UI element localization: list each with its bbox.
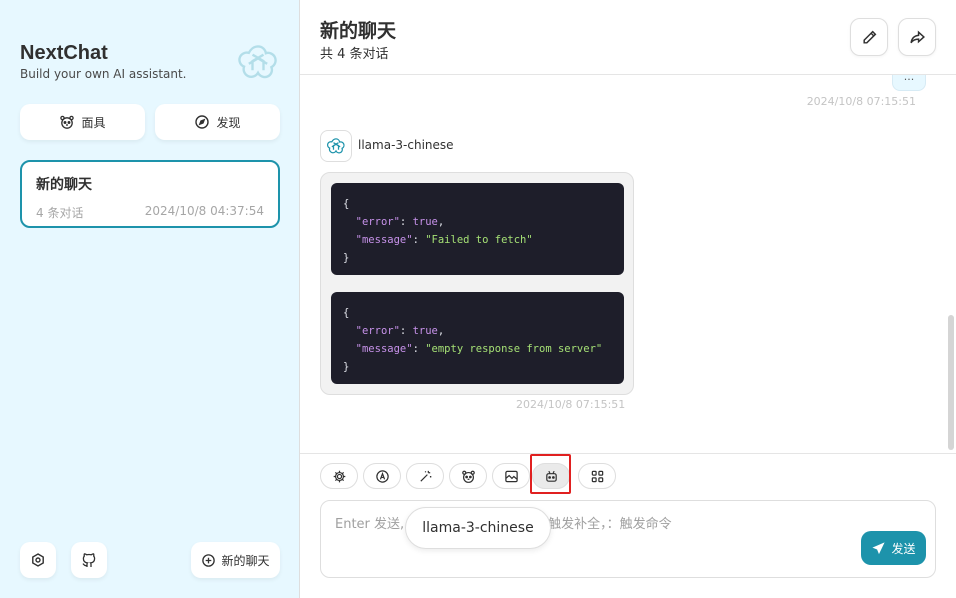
input-panel: Enter 发送, 触发补全，：触发命令 发送 llama-3-chinese	[300, 453, 956, 598]
discover-label: 发现	[216, 115, 241, 130]
settings-button[interactable]	[20, 542, 56, 578]
chat-title[interactable]: 新的聊天	[320, 16, 396, 43]
plus-circle-icon	[202, 553, 216, 567]
bot-message-bubble: { "error": true, "message": "Failed to f…	[320, 172, 634, 395]
user-message-time: 2024/10/8 07:15:51	[806, 95, 916, 108]
share-arrow-icon	[909, 30, 925, 43]
chat-subtitle: 共 4 条对话	[320, 47, 389, 62]
shortcuts-tool[interactable]	[578, 463, 616, 489]
image-tool[interactable]	[492, 463, 530, 489]
new-chat-label: 新的聊天	[221, 553, 270, 568]
chat-item-time: 2024/10/8 04:37:54	[144, 204, 264, 218]
bot-message-time: 2024/10/8 07:15:51	[516, 398, 626, 411]
openai-logo-icon	[238, 45, 277, 79]
auto-theme-icon	[375, 469, 389, 483]
send-label: 发送	[891, 541, 916, 556]
send-button[interactable]: 发送	[861, 531, 926, 565]
message-list[interactable]: ... 2024/10/8 07:15:51 llama-3-chinese {…	[300, 75, 956, 453]
code-block: { "error": true, "message": "empty respo…	[331, 292, 624, 384]
mask-icon	[461, 470, 475, 483]
github-icon	[82, 553, 96, 567]
share-button[interactable]	[898, 18, 936, 56]
brand-title: NextChat	[20, 42, 108, 64]
brand-subtitle: Build your own AI assistant.	[20, 67, 187, 81]
prompt-tool[interactable]	[406, 463, 444, 489]
code-block: { "error": true, "message": "Failed to f…	[331, 183, 624, 275]
github-button[interactable]	[71, 542, 107, 578]
send-arrow-icon	[872, 541, 886, 554]
mask-icon	[60, 115, 75, 129]
edit-button[interactable]	[850, 18, 888, 56]
mask-tool[interactable]	[449, 463, 487, 489]
compass-icon	[195, 115, 210, 129]
openai-logo-icon	[326, 138, 345, 154]
mask-label: 面具	[81, 115, 106, 130]
magic-wand-icon	[419, 470, 431, 482]
gear-icon	[333, 470, 345, 482]
model-select-tool[interactable]	[532, 463, 570, 489]
chat-header: 新的聊天 共 4 条对话	[300, 0, 956, 75]
chat-settings-tool[interactable]	[320, 463, 358, 489]
chat-item-title: 新的聊天	[36, 177, 92, 193]
bot-avatar	[320, 130, 352, 162]
image-icon	[504, 470, 518, 482]
chat-main: 新的聊天 共 4 条对话 ... 2024/10/8 07:15:51 llam…	[300, 0, 956, 598]
theme-tool[interactable]	[363, 463, 401, 489]
mask-button[interactable]: 面具	[20, 104, 145, 140]
sidebar: NextChat Build your own AI assistant. 面具…	[0, 0, 300, 598]
bot-model-name: llama-3-chinese	[358, 138, 454, 152]
scrollbar[interactable]	[948, 315, 954, 450]
chat-list-item[interactable]: 新的聊天 4 条对话 2024/10/8 04:37:54	[20, 160, 280, 228]
chat-item-count: 4 条对话	[36, 206, 84, 220]
discover-button[interactable]: 发现	[155, 104, 280, 140]
robot-icon	[545, 470, 557, 482]
pencil-icon	[862, 30, 876, 44]
settings-icon	[32, 553, 44, 567]
new-chat-button[interactable]: 新的聊天	[191, 542, 280, 578]
grid-icon	[591, 470, 603, 482]
model-tooltip: llama-3-chinese	[405, 507, 551, 549]
user-message-bubble: ...	[892, 75, 926, 91]
